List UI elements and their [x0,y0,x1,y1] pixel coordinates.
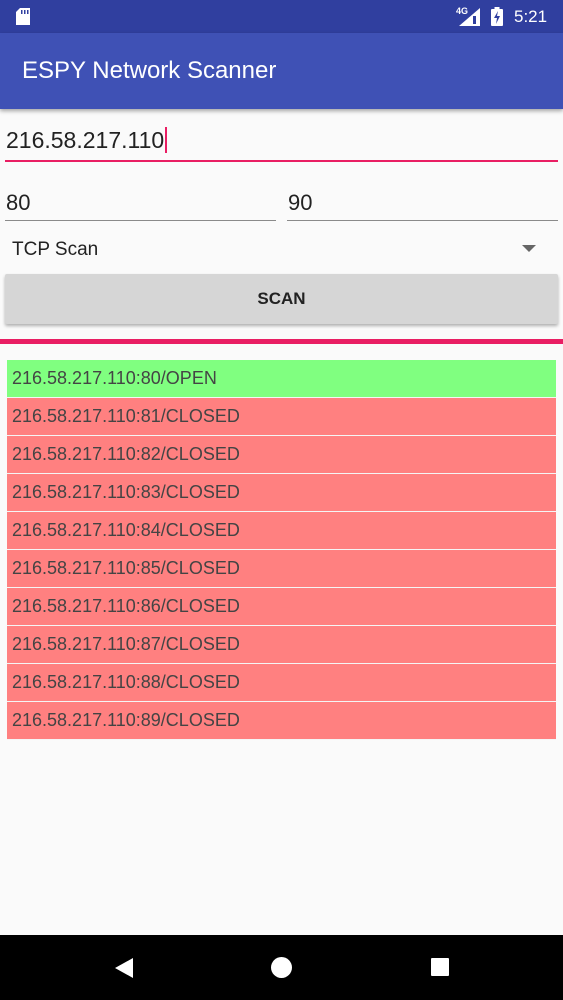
start-port-value: 80 [6,190,31,215]
home-icon[interactable] [271,957,292,978]
status-bar: 4G 5:21 [0,0,563,33]
dropdown-arrow-icon [522,245,536,252]
battery-icon [491,7,503,26]
sd-card-icon [16,8,30,25]
scan-type-dropdown[interactable]: TCP Scan [5,232,558,268]
result-row-closed[interactable]: 216.58.217.110:85/CLOSED [7,550,556,588]
result-row-closed[interactable]: 216.58.217.110:87/CLOSED [7,626,556,664]
back-icon[interactable] [114,957,134,979]
result-row-closed[interactable]: 216.58.217.110:83/CLOSED [7,474,556,512]
result-row-closed[interactable]: 216.58.217.110:86/CLOSED [7,588,556,626]
signal-icon [459,8,480,26]
divider [0,339,563,344]
end-port-value: 90 [288,190,313,215]
end-port-input[interactable]: 90 [287,183,558,221]
recents-icon[interactable] [431,958,449,976]
ip-address-input[interactable]: 216.58.217.110 [5,120,558,162]
scan-type-value: TCP Scan [12,239,99,260]
result-row-open[interactable]: 216.58.217.110:80/OPEN [7,360,556,398]
ip-address-value: 216.58.217.110 [6,127,165,153]
result-row-closed[interactable]: 216.58.217.110:88/CLOSED [7,664,556,702]
results-list[interactable]: 216.58.217.110:80/OPEN 216.58.217.110:81/… [7,360,556,740]
app-title: ESPY Network Scanner [22,57,277,84]
scan-button[interactable]: SCAN [5,274,558,324]
result-row-closed[interactable]: 216.58.217.110:89/CLOSED [7,702,556,740]
result-row-closed[interactable]: 216.58.217.110:81/CLOSED [7,398,556,436]
result-row-closed[interactable]: 216.58.217.110:82/CLOSED [7,436,556,474]
app-bar: ESPY Network Scanner [0,33,563,109]
text-cursor [165,127,168,153]
result-row-closed[interactable]: 216.58.217.110:84/CLOSED [7,512,556,550]
navigation-bar [0,935,563,1000]
start-port-input[interactable]: 80 [5,183,276,221]
clock: 5:21 [514,7,548,26]
ip-address-value-wrap: 216.58.217.110 [6,127,168,154]
